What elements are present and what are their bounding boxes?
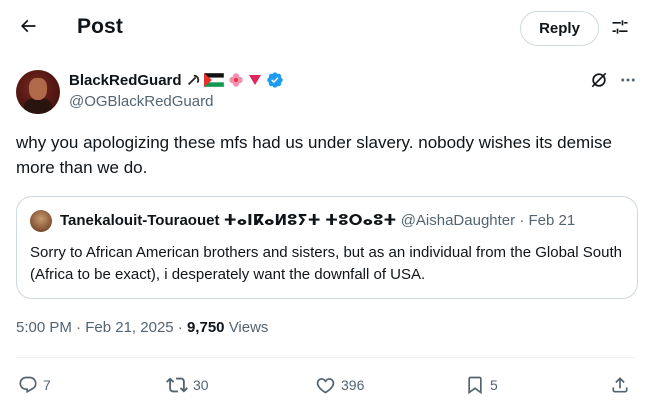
post-time[interactable]: 5:00 PM — [16, 319, 72, 336]
bookmark-count: 5 — [490, 377, 498, 393]
verified-badge-icon[interactable] — [266, 71, 284, 89]
page-title: Post — [77, 15, 123, 38]
quoted-date[interactable]: Feb 21 — [529, 212, 576, 229]
post-meta: 5:00 PM · Feb 21, 2025 · 9,750 Views — [16, 319, 268, 336]
reply-button[interactable]: Reply — [520, 11, 599, 46]
top-bar: Post Reply — [0, 0, 651, 56]
share-action[interactable] — [610, 370, 630, 400]
quoted-header: Tanekalouit-Touraouet ⵜⴰⵏⴽⴰⵍⵓⵢⵜ ⵜⵓⵔⴰⵓⵜ @… — [60, 211, 575, 229]
quoted-avatar[interactable] — [30, 210, 52, 232]
bookmark-icon — [465, 375, 485, 395]
author-name-row: BlackRedGuard — [69, 71, 284, 89]
more-options-button[interactable] — [617, 71, 639, 93]
quoted-post[interactable]: Tanekalouit-Touraouet ⵜⴰⵏⴽⴰⵍⵓⵢⵜ ⵜⵓⵔⴰⵓⵜ @… — [16, 196, 638, 299]
reply-filter-button[interactable] — [604, 13, 636, 45]
palestine-flag-emoji-icon — [203, 73, 224, 87]
reply-count: 7 — [43, 377, 51, 393]
views-count: 9,750 — [186, 319, 225, 336]
meta-separator: · — [76, 319, 82, 336]
arrow-left-icon — [18, 16, 38, 41]
author-display-name[interactable]: BlackRedGuard — [69, 72, 182, 89]
grok-icon — [589, 70, 609, 95]
reply-action[interactable]: 7 — [18, 370, 51, 400]
quoted-separator: · — [519, 212, 525, 229]
post-text: why you apologizing these mfs had us und… — [16, 133, 612, 177]
grok-button[interactable] — [588, 71, 610, 93]
repost-action[interactable]: 30 — [166, 370, 209, 400]
like-count: 396 — [341, 377, 365, 393]
back-button[interactable] — [10, 10, 46, 46]
quoted-handle[interactable]: @AishaDaughter — [401, 212, 515, 229]
repost-count: 30 — [193, 377, 209, 393]
red-triangle-emoji-icon — [248, 74, 262, 86]
like-action[interactable]: 396 — [315, 370, 364, 400]
heart-icon — [315, 375, 336, 396]
post-date[interactable]: Feb 21, 2025 — [85, 319, 173, 336]
views-label: Views — [228, 319, 269, 336]
divider — [16, 357, 636, 358]
repost-icon — [166, 374, 188, 396]
quoted-display-name[interactable]: Tanekalouit-Touraouet ⵜⴰⵏⴽⴰⵍⵓⵢⵜ ⵜⵓⵔⴰⵓⵜ — [60, 212, 397, 229]
meta-separator: · — [177, 319, 183, 336]
author-handle[interactable]: @OGBlackRedGuard — [69, 93, 213, 110]
avatar[interactable] — [16, 70, 60, 114]
sliders-icon — [610, 17, 630, 42]
quoted-text: Sorry to African American brothers and s… — [30, 244, 622, 283]
more-dots-icon — [619, 71, 637, 94]
comment-icon — [18, 375, 38, 395]
bookmark-action[interactable]: 5 — [465, 370, 498, 400]
action-bar: 7 30 396 5 — [16, 370, 636, 400]
hibiscus-emoji-icon — [228, 72, 244, 88]
hammer-sickle-emoji-icon — [186, 73, 200, 87]
share-icon — [610, 375, 630, 395]
